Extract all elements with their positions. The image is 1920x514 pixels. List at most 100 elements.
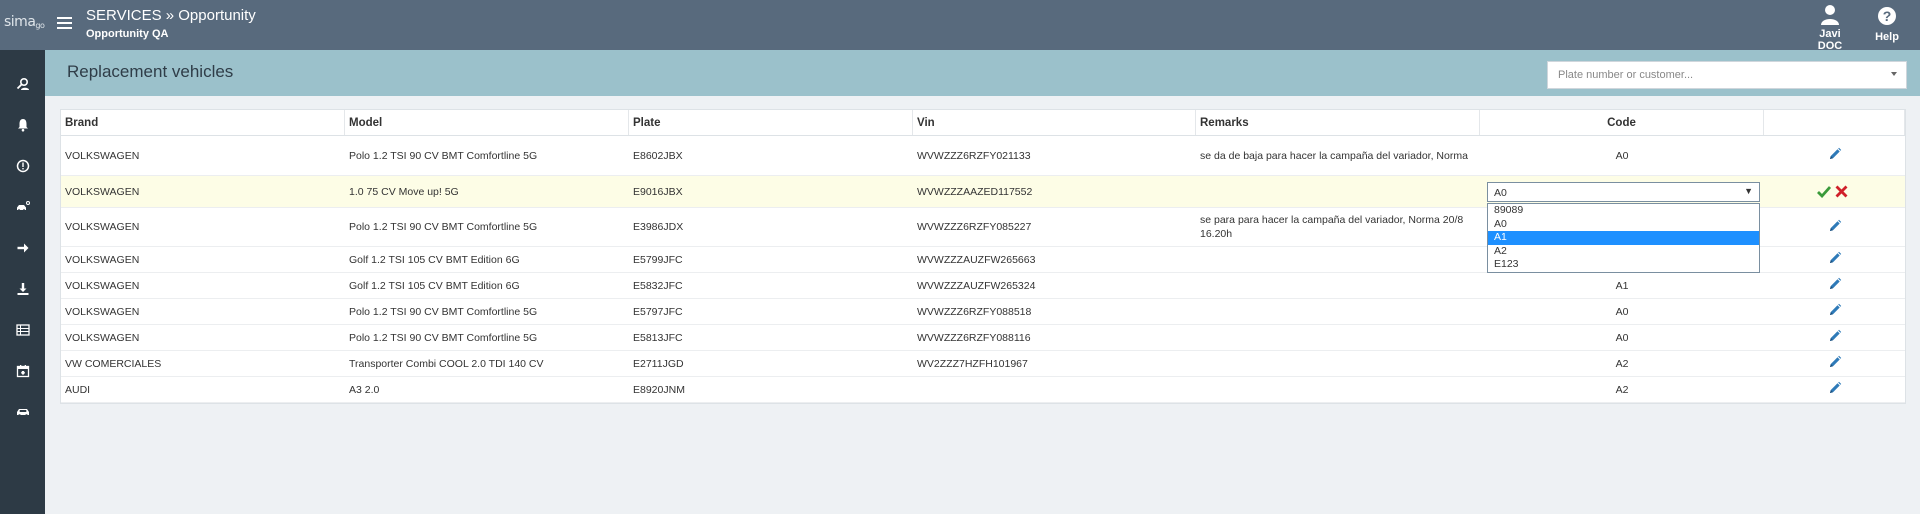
sidebar-item-replacement-vehicles[interactable] [0,192,45,222]
sidebar-item-vehicles[interactable] [0,397,45,427]
alert-icon [16,159,29,173]
cell-brand: VOLKSWAGEN [65,305,140,318]
cell-plate: E5797JFC [633,305,683,318]
cell-brand: VOLKSWAGEN [65,331,140,344]
sidebar-item-notifications[interactable] [0,110,45,140]
confirm-check-icon[interactable] [1817,185,1831,198]
cell-remarks [1196,176,1480,207]
table-row[interactable]: VOLKSWAGEN Golf 1.2 TSI 105 CV BMT Editio… [61,273,1905,299]
user-menu[interactable]: Javi DOC [1806,4,1854,52]
row-actions [1764,377,1905,402]
column-header-brand[interactable]: Brand [61,110,345,135]
list-icon [15,324,30,336]
top-bar: simago SERVICES » Opportunity Opportunit… [0,0,1920,52]
cell-vin: WVWZZZAUZFW265663 [917,253,1036,266]
cell-plate: E5799JFC [633,253,683,266]
help-icon: ? [1878,7,1896,25]
sidebar-item-download[interactable] [0,274,45,304]
help-label: Help [1875,31,1899,43]
page-breadcrumb: SERVICES » Opportunity [86,7,256,24]
row-actions [1764,247,1905,272]
cell-model: Polo 1.2 TSI 90 CV BMT Comfortline 5G [349,331,538,344]
table-row[interactable]: VW COMERCIALES Transporter Combi COOL 2.0… [61,351,1905,377]
cell-vin: WV2ZZZ7HZFH101967 [917,357,1028,370]
code-select-value: A0 [1494,187,1507,199]
cell-brand: VOLKSWAGEN [65,221,140,233]
sidebar-item-alerts[interactable] [0,151,45,181]
table-row[interactable]: VOLKSWAGEN Polo 1.2 TSI 90 CV BMT Comfort… [61,325,1905,351]
edit-pencil-icon[interactable] [1828,303,1842,320]
column-header-model[interactable]: Model [345,110,629,135]
chevron-down-icon[interactable] [1891,72,1897,76]
page-title: Replacement vehicles [67,62,234,81]
cell-remarks: se para para hacer la campaña del variad… [1200,214,1464,240]
column-header-actions [1764,110,1905,135]
cell-model: 1.0 75 CV Move up! 5G [349,185,459,198]
cell-code: A1 [1615,279,1629,292]
cell-code: A0 [1615,305,1629,318]
code-select[interactable]: A0 ▼ [1487,182,1760,202]
edit-pencil-icon[interactable] [1828,355,1842,372]
cell-vin: WVWZZZ6RZFY088116 [917,331,1031,344]
help-button[interactable]: ? Help [1870,4,1904,43]
edit-pencil-icon[interactable] [1828,251,1842,268]
table-row[interactable]: VOLKSWAGEN Polo 1.2 TSI 90 CV BMT Comfort… [61,136,1905,176]
plate-customer-search[interactable]: Plate number or customer... [1547,61,1907,89]
code-option[interactable]: A0 [1488,218,1759,232]
cell-code: A2 [1615,383,1629,396]
cell-model: Polo 1.2 TSI 90 CV BMT Comfortline 5G [349,149,538,162]
cell-remarks [1196,351,1480,376]
app-logo[interactable]: simago [4,14,45,30]
edit-pencil-icon[interactable] [1828,147,1842,164]
sidebar [0,50,45,514]
cell-model: A3 2.0 [349,383,380,396]
cell-remarks [1196,325,1480,350]
cell-vin: WVWZZZAUZFW265324 [917,279,1036,292]
code-option[interactable]: A1 [1488,231,1759,245]
column-header-remarks[interactable]: Remarks [1196,110,1480,135]
code-option[interactable]: A2 [1488,245,1759,259]
edit-pencil-icon[interactable] [1828,277,1842,294]
edit-pencil-icon[interactable] [1828,219,1842,236]
cell-remarks [1196,377,1480,402]
cell-brand: VOLKSWAGEN [65,253,140,266]
cell-model: Polo 1.2 TSI 90 CV BMT Comfortline 5G [349,305,538,318]
column-header-vin[interactable]: Vin [913,110,1196,135]
cancel-x-icon[interactable] [1835,185,1848,198]
edit-pencil-icon[interactable] [1828,329,1842,346]
cell-vin: WVWZZZ6RZFY021133 [917,149,1031,162]
cell-model: Polo 1.2 TSI 90 CV BMT Comfortline 5G [349,221,538,233]
cell-vin: WVWZZZAAZED117552 [917,185,1033,198]
row-actions [1764,299,1905,324]
search-placeholder: Plate number or customer... [1558,69,1694,81]
code-option[interactable]: E123 [1488,258,1759,272]
row-actions [1764,208,1905,246]
cell-plate: E9016JBX [633,185,683,198]
column-header-code[interactable]: Code [1480,110,1764,135]
cell-brand: VOLKSWAGEN [65,149,140,162]
table-row[interactable]: AUDI A3 2.0 E8920JNM A2 [61,377,1905,403]
download-icon [17,283,28,295]
table-row[interactable]: VOLKSWAGEN Polo 1.2 TSI 90 CV BMT Comfort… [61,299,1905,325]
car-key-icon [16,201,30,212]
sidebar-item-calendar[interactable] [0,356,45,386]
column-header-plate[interactable]: Plate [629,110,913,135]
logo-text: sima [4,14,36,30]
edit-pencil-icon[interactable] [1828,381,1842,398]
cell-plate: E8602JBX [633,149,683,162]
user-name: Javi DOC [1817,28,1843,52]
cell-brand: VW COMERCIALES [65,357,162,370]
sidebar-item-list[interactable] [0,315,45,345]
arrow-right-icon [17,243,28,253]
cell-code: A0 [1615,331,1629,344]
cell-code: A0 [1615,149,1629,162]
cell-plate: E8920JNM [633,383,685,396]
sidebar-item-search-user[interactable] [0,69,45,99]
cell-brand: VOLKSWAGEN [65,185,140,198]
row-actions [1764,325,1905,350]
cell-plate: E2711JGD [633,357,684,370]
menu-icon[interactable] [57,17,72,30]
sidebar-item-forward[interactable] [0,233,45,263]
code-option[interactable]: 89089 [1488,204,1759,218]
logo-sub: go [35,21,45,30]
